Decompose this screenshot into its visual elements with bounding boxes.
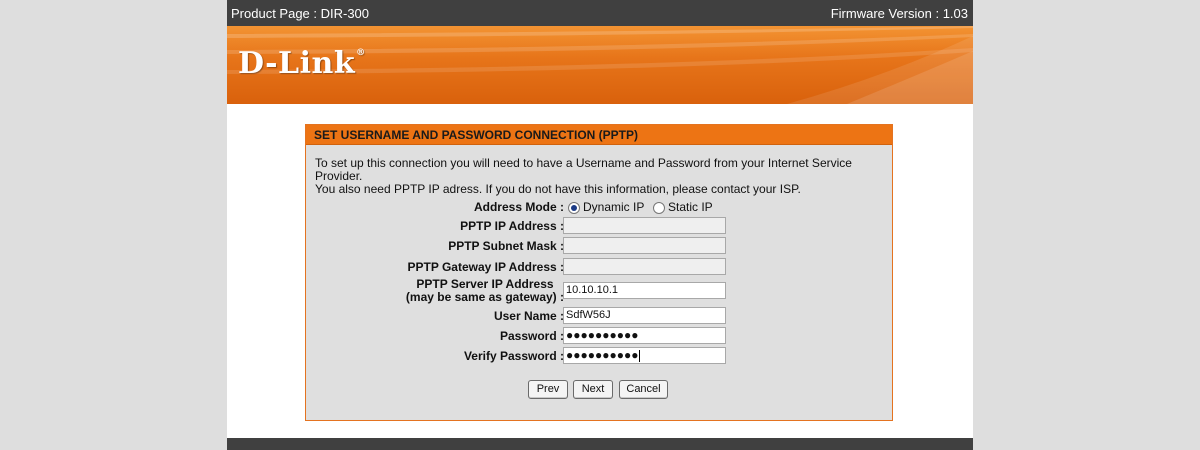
prev-button[interactable]: Prev — [528, 380, 568, 399]
panel-title: SET USERNAME AND PASSWORD CONNECTION (PP… — [306, 125, 892, 145]
top-bar: Product Page : DIR-300 Firmware Version … — [227, 0, 973, 26]
pptp-ip-label: PPTP IP Address : — [460, 219, 564, 233]
radio-unselected-icon[interactable] — [653, 201, 665, 214]
verify-password-input[interactable]: ●●●●●●●●●● — [563, 347, 726, 364]
description-line-1: To set up this connection you will need … — [315, 156, 852, 183]
radio-dynamic-ip[interactable]: Dynamic IP — [568, 200, 644, 214]
username-row: User Name : SdfW56J — [306, 307, 892, 325]
password-input[interactable]: ●●●●●●●●●● — [563, 327, 726, 344]
dlink-logo: D-Link® — [238, 46, 366, 81]
pptp-ip-input[interactable] — [563, 217, 726, 234]
text-cursor — [639, 349, 641, 362]
verify-password-value: ●●●●●●●●●● — [566, 348, 639, 362]
next-button[interactable]: Next — [573, 380, 613, 399]
firmware-version-label: Firmware Version : 1.03 — [830, 6, 968, 21]
footer-bar — [227, 438, 973, 450]
pptp-gateway-row: PPTP Gateway IP Address : — [306, 258, 892, 276]
radio-static-ip[interactable]: Static IP — [653, 200, 713, 214]
product-page-label: Product Page : DIR-300 — [231, 6, 370, 21]
verify-password-label: Verify Password : — [463, 349, 564, 363]
pptp-server-input[interactable]: 10.10.10.1 — [563, 282, 726, 299]
panel-description: To set up this connection you will need … — [315, 157, 887, 196]
logo-text: D-Link — [238, 46, 356, 81]
pptp-subnet-row: PPTP Subnet Mask : — [306, 237, 892, 255]
cancel-button[interactable]: Cancel — [619, 380, 668, 399]
pptp-settings-panel: SET USERNAME AND PASSWORD CONNECTION (PP… — [305, 124, 893, 421]
description-line-2: You also need PPTP IP adress. If you do … — [315, 182, 801, 196]
radio-selected-icon[interactable] — [568, 201, 580, 214]
address-mode-label: Address Mode : — [473, 200, 564, 214]
address-mode-row: Address Mode : Dynamic IP Static IP — [306, 199, 892, 217]
pptp-server-label-line2: (may be same as gateway) : — [405, 290, 564, 304]
static-ip-label: Static IP — [668, 200, 713, 214]
username-label: User Name : — [493, 309, 564, 323]
username-input[interactable]: SdfW56J — [563, 307, 726, 324]
pptp-subnet-input[interactable] — [563, 237, 726, 254]
pptp-server-row: PPTP Server IP Address (may be same as g… — [306, 278, 892, 308]
verify-password-row: Verify Password : ●●●●●●●●●● — [306, 347, 892, 365]
pptp-gateway-input[interactable] — [563, 258, 726, 275]
dynamic-ip-label: Dynamic IP — [583, 200, 645, 214]
pptp-server-label: PPTP Server IP Address (may be same as g… — [406, 278, 564, 304]
registered-mark: ® — [356, 48, 366, 58]
pptp-ip-row: PPTP IP Address : — [306, 217, 892, 235]
pptp-subnet-label: PPTP Subnet Mask : — [448, 239, 564, 253]
pptp-gateway-label: PPTP Gateway IP Address : — [407, 260, 564, 274]
password-label: Password : — [499, 329, 564, 343]
brand-banner: D-Link® — [227, 26, 973, 104]
password-row: Password : ●●●●●●●●●● — [306, 327, 892, 345]
